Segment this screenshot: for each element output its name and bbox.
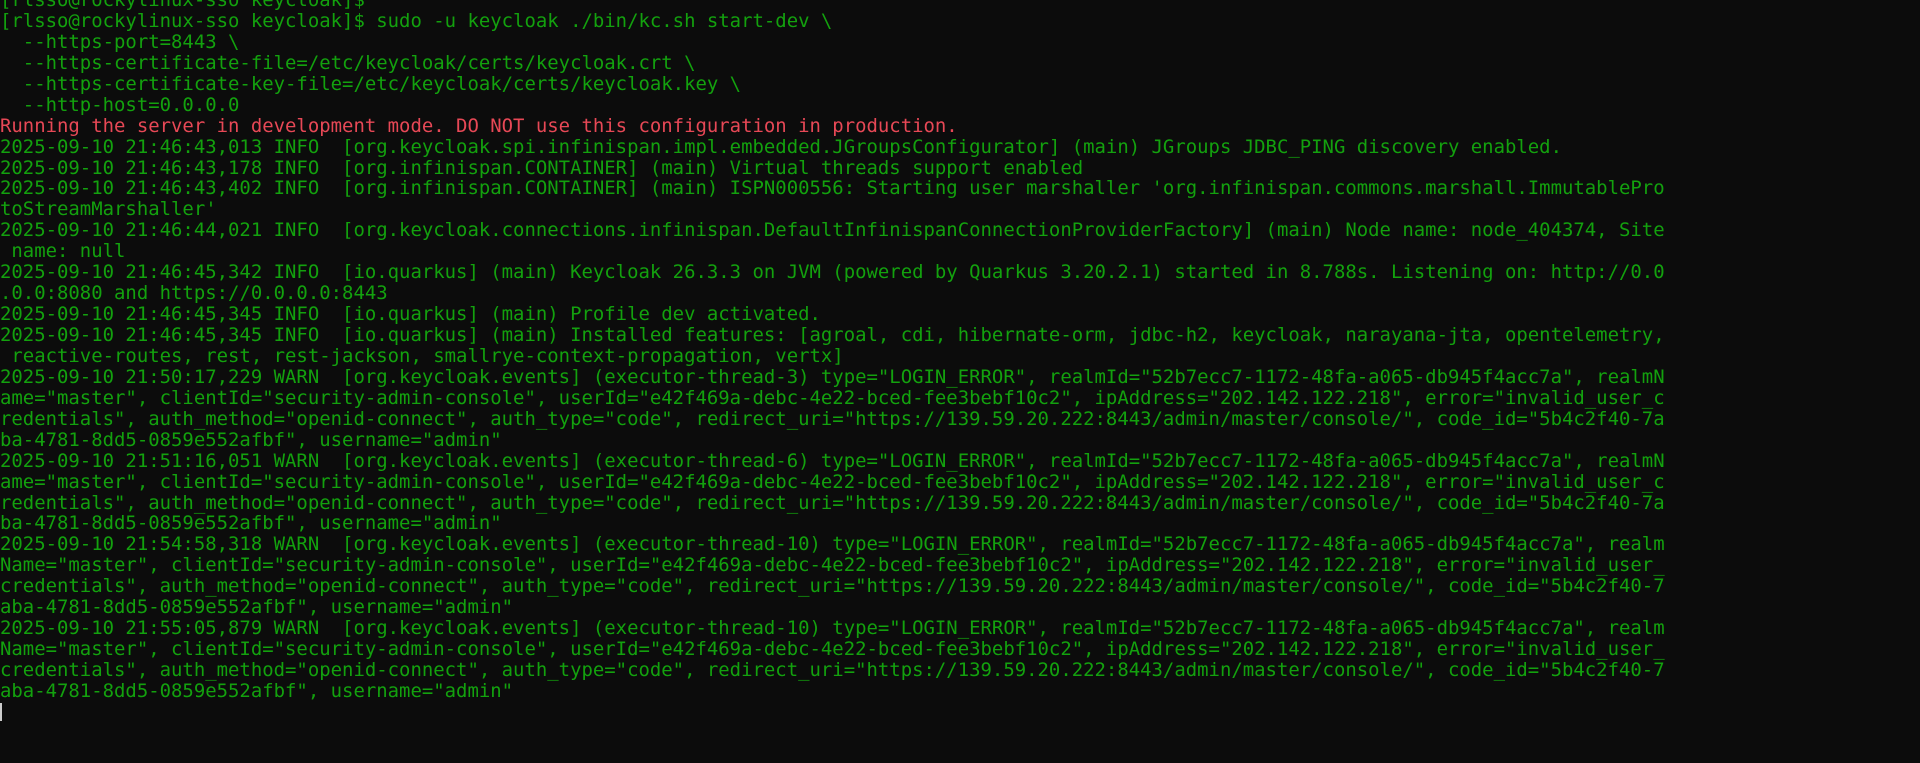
log-line-wrap: Name="master", clientId="security-admin-… <box>0 638 1665 661</box>
log-line: 2025-09-10 21:46:43,402 INFO [org.infini… <box>0 177 1665 200</box>
log-line-wrap: ame="master", clientId="security-admin-c… <box>0 470 1665 493</box>
terminal-command-line: [rlsso@rockylinux-sso keycloak]$ sudo -u… <box>0 9 833 32</box>
log-line-wrap: redentials", auth_method="openid-connect… <box>0 407 1665 430</box>
terminal-command-arg: --https-certificate-file=/etc/keycloak/c… <box>0 51 696 74</box>
log-line-wrap: reactive-routes, rest, rest-jackson, sma… <box>0 344 844 367</box>
log-line-wrap: ba-4781-8dd5-0859e552afbf", username="ad… <box>0 512 502 535</box>
log-line: 2025-09-10 21:46:43,178 INFO [org.infini… <box>0 156 1084 179</box>
log-line: 2025-09-10 21:50:17,229 WARN [org.keyclo… <box>0 365 1665 388</box>
terminal-right-margin <box>1900 0 1920 763</box>
log-line: 2025-09-10 21:51:16,051 WARN [org.keyclo… <box>0 449 1665 472</box>
terminal-command-arg: --https-port=8443 \ <box>0 30 240 53</box>
log-line-wrap: Name="master", clientId="security-admin-… <box>0 554 1665 577</box>
log-line-wrap: .0.0:8080 and https://0.0.0.0:8443 <box>0 282 388 305</box>
log-line-wrap: credentials", auth_method="openid-connec… <box>0 659 1665 681</box>
log-line: 2025-09-10 21:46:44,021 INFO [org.keyclo… <box>0 219 1665 242</box>
log-line-wrap: name: null <box>0 240 126 263</box>
cursor-line[interactable] <box>0 702 1920 723</box>
log-line: 2025-09-10 21:46:45,345 INFO [io.quarkus… <box>0 324 1665 346</box>
log-line: 2025-09-10 21:46:45,345 INFO [io.quarkus… <box>0 303 821 326</box>
log-line-wrap: toStreamMarshaller' <box>0 198 217 221</box>
log-line-wrap: ame="master", clientId="security-admin-c… <box>0 386 1665 409</box>
terminal-command-arg: --http-host=0.0.0.0 <box>0 93 240 116</box>
log-line: 2025-09-10 21:46:45,342 INFO [io.quarkus… <box>0 261 1665 284</box>
dev-mode-warning: Running the server in development mode. … <box>0 114 958 137</box>
log-line-wrap: credentials", auth_method="openid-connec… <box>0 575 1665 598</box>
log-line: 2025-09-10 21:54:58,318 WARN [org.keyclo… <box>0 533 1665 556</box>
terminal-output: [rlsso@rockylinux-sso keycloak]$ [rlsso@… <box>0 0 1920 723</box>
log-line-wrap: aba-4781-8dd5-0859e552afbf", username="a… <box>0 679 514 702</box>
log-line-wrap: redentials", auth_method="openid-connect… <box>0 491 1665 514</box>
log-line: 2025-09-10 21:46:43,013 INFO [org.keyclo… <box>0 135 1562 158</box>
log-line: 2025-09-10 21:55:05,879 WARN [org.keyclo… <box>0 617 1665 640</box>
terminal-command-arg: --https-certificate-key-file=/etc/keyclo… <box>0 72 742 95</box>
log-line-wrap: ba-4781-8dd5-0859e552afbf", username="ad… <box>0 428 502 451</box>
terminal-window[interactable]: [rlsso@rockylinux-sso keycloak]$ [rlsso@… <box>0 0 1920 763</box>
text-cursor <box>0 702 2 721</box>
log-line-wrap: aba-4781-8dd5-0859e552afbf", username="a… <box>0 596 514 619</box>
